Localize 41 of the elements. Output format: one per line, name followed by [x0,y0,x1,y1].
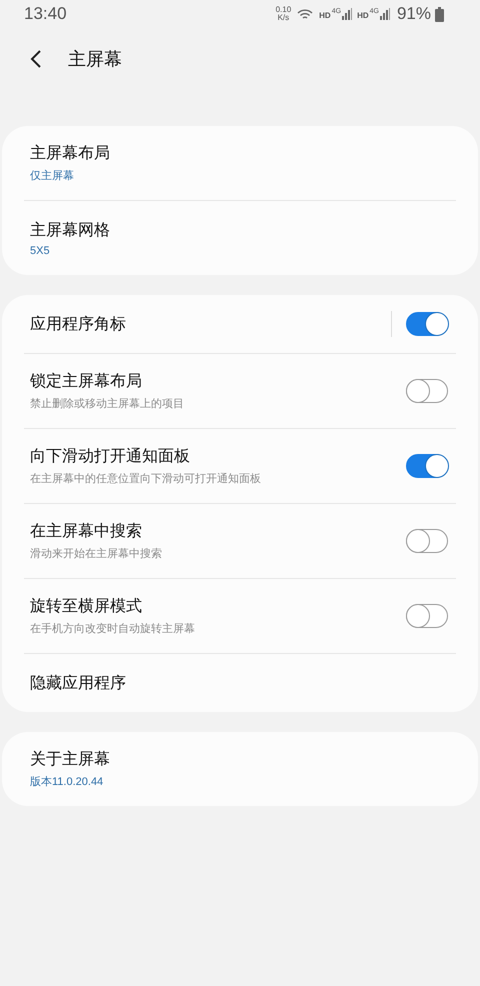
setting-title: 主屏幕布局 [30,144,111,164]
setting-value: 版本11.0.20.44 [30,775,104,789]
network-speed: 0.10 [276,6,292,14]
setting-row[interactable]: 旋转至横屏模式 在手机方向改变时自动旋转主屏幕 [2,579,478,653]
setting-title: 主屏幕网格 [30,220,111,240]
battery-icon [435,6,444,22]
setting-row[interactable]: 隐藏应用程序 [2,654,478,712]
hd-label: HD [319,11,331,20]
setting-row[interactable]: 主屏幕布局 仅主屏幕 [2,126,478,200]
setting-value: 5X5 [30,244,51,256]
setting-title: 锁定主屏幕布局 [30,372,143,392]
page-title: 主屏幕 [68,48,122,71]
setting-title: 关于主屏幕 [30,750,111,770]
setting-row[interactable]: 关于主屏幕 版本11.0.20.44 [2,732,478,806]
setting-title: 隐藏应用程序 [30,674,127,694]
wifi-icon [297,8,314,20]
signal-icon [380,8,390,20]
toggle-switch[interactable] [406,454,448,478]
setting-title: 应用程序角标 [30,314,127,334]
status-time: 13:40 [24,4,67,24]
setting-description: 在主屏幕中的任意位置向下滑动可打开通知面板 [30,472,262,486]
setting-row[interactable]: 锁定主屏幕布局 禁止删除或移动主屏幕上的项目 [2,354,478,428]
toggle-switch[interactable] [406,529,448,553]
setting-row[interactable]: 主屏幕网格 5X5 [2,201,478,275]
toggle-switch[interactable] [406,379,448,403]
setting-title: 在主屏幕中搜索 [30,522,143,542]
setting-description: 在手机方向改变时自动旋转主屏幕 [30,622,196,636]
setting-row[interactable]: 在主屏幕中搜索 滑动来开始在主屏幕中搜索 [2,504,478,578]
setting-value: 仅主屏幕 [30,168,75,183]
hd-label: HD [357,11,369,20]
signal-icon [342,8,352,20]
setting-row[interactable]: 向下滑动打开通知面板 在主屏幕中的任意位置向下滑动可打开通知面板 [2,429,478,503]
toggle-switch[interactable] [406,312,448,336]
setting-title: 旋转至横屏模式 [30,596,143,617]
battery-percent: 91% [396,4,431,24]
setting-description: 滑动来开始在主屏幕中搜索 [30,546,163,561]
toggle-switch[interactable] [406,604,448,628]
network-speed-unit: K/s [278,14,290,22]
setting-description: 禁止删除或移动主屏幕上的项目 [30,396,185,411]
setting-row[interactable]: 应用程序角标 [2,295,478,353]
setting-title: 向下滑动打开通知面板 [30,446,191,467]
